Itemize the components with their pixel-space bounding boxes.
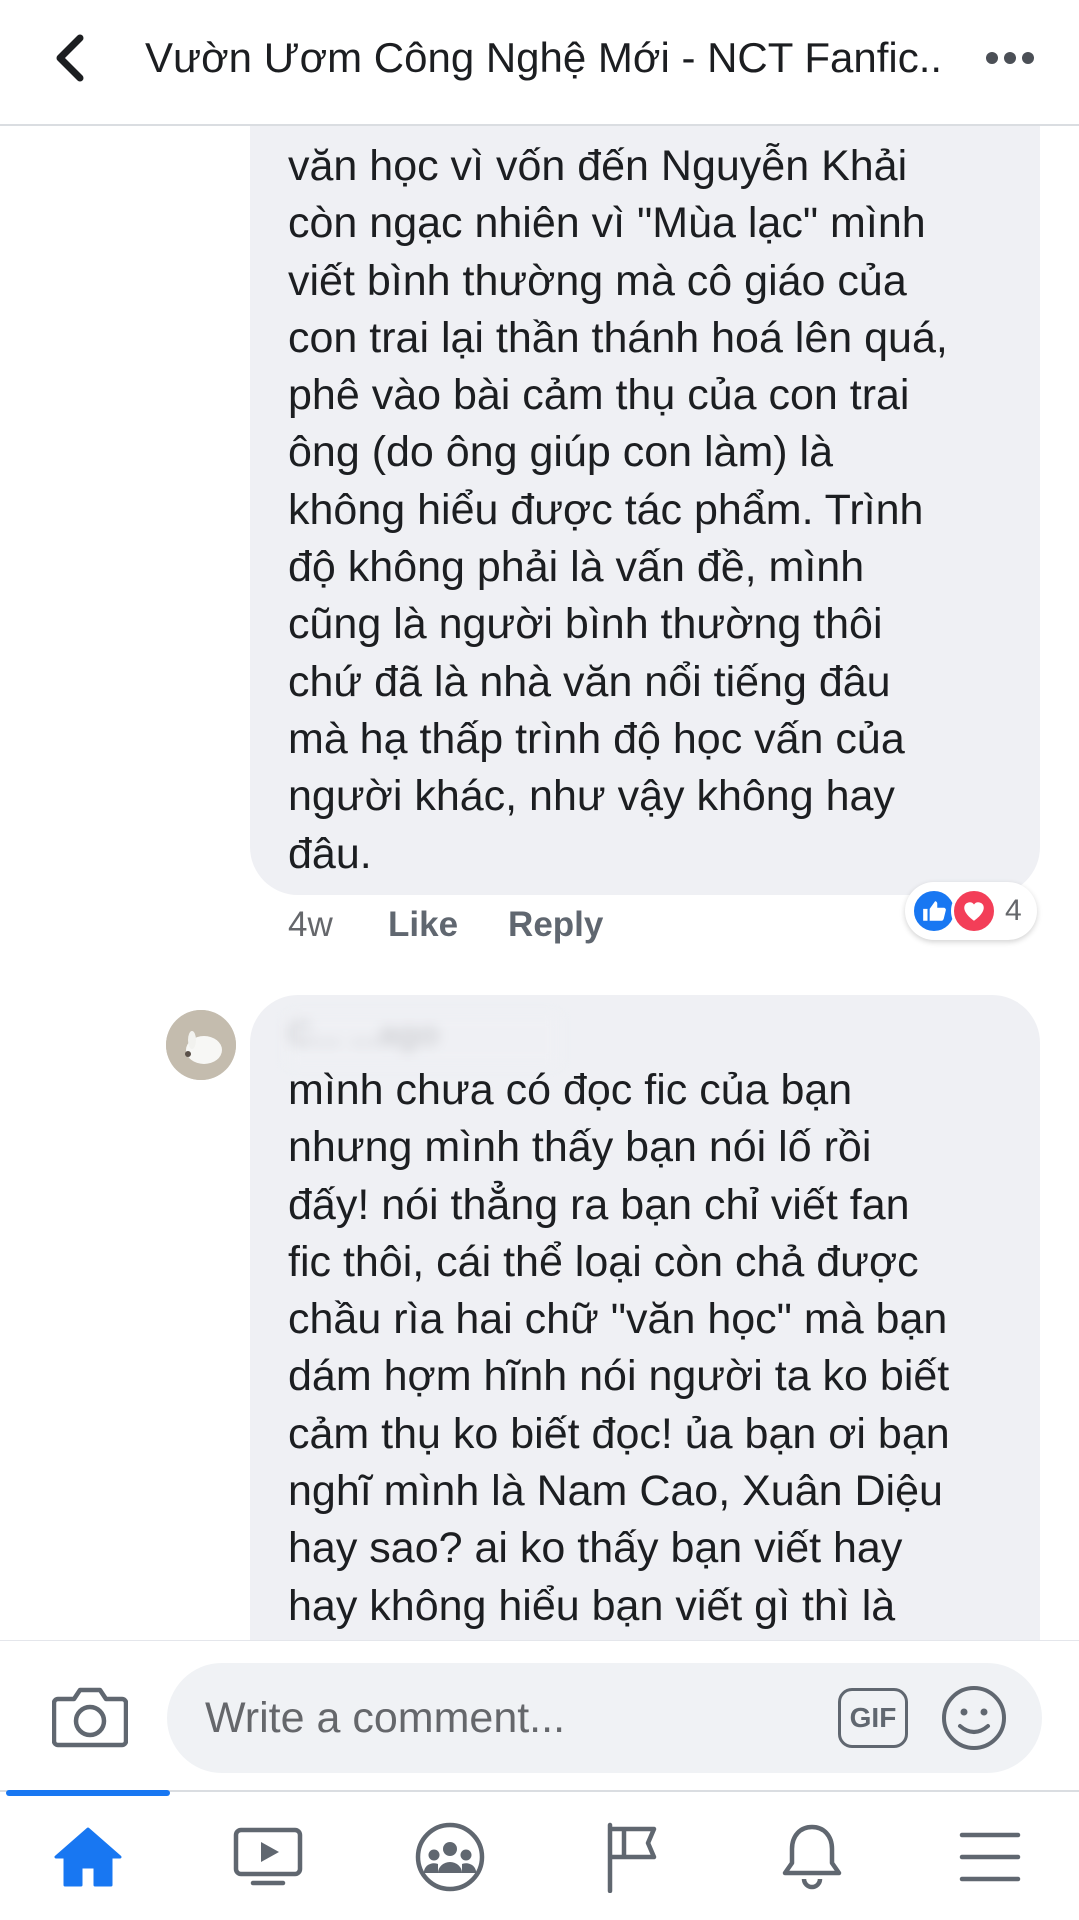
avatar[interactable] [166,1010,236,1080]
comment-line: văn học vì vốn đến Nguyễn Khải [288,142,908,190]
comment-line: con trai lại thần thánh hoá lên quá, [288,313,948,362]
nav-watch[interactable] [223,1817,313,1897]
comment-line: chầu rìa hai chữ "văn học" mà bạn [288,1295,948,1344]
nav-pages[interactable] [587,1817,677,1897]
reply-button[interactable]: Reply [508,905,603,945]
page-title: Vườn Ươm Công Nghệ Mới - NCT Fanfic... [145,34,945,81]
pages-flag-icon [607,1822,657,1893]
back-button[interactable] [40,26,100,90]
comment-line: chứ đã là nhà văn nổi tiếng đâu [288,657,891,706]
nav-menu[interactable] [945,1817,1035,1897]
smiley-icon [942,1686,1006,1750]
avatar-bunny-icon [166,1010,236,1080]
groups-icon [415,1822,485,1892]
comment-input[interactable] [167,1663,1042,1773]
active-tab-indicator [6,1790,170,1796]
comment-line: viết bình thường mà cô giáo của [288,256,907,305]
emoji-button[interactable] [940,1684,1008,1752]
comment-line: nhưng mình thấy bạn nói lố rồi [288,1123,872,1172]
comment-line: mà hạ thấp trình độ học vấn của [288,714,905,763]
reaction-count: 4 [1005,894,1022,927]
bottom-nav [0,1790,1079,1920]
home-icon [54,1827,122,1887]
nav-notifications[interactable] [767,1817,857,1897]
camera-icon [51,1687,129,1748]
comment-line: nghĩ mình là Nam Cao, Xuân Diệu [288,1467,943,1516]
commenter-name-blurred[interactable]: C... ...ago [288,1015,558,1065]
like-button[interactable]: Like [388,905,458,945]
reactions-summary[interactable]: 4 [905,882,1037,940]
chevron-left-icon [56,34,84,82]
comment-line: người khác, như vậy không hay [288,772,895,821]
comment-line: phê vào bài cảm thụ của con trai [288,371,910,420]
nav-home[interactable] [43,1817,133,1897]
comment-meta: 4w Like Reply [288,900,653,950]
comment-line: đâu. [288,829,372,878]
top-bar: Vườn Ươm Công Nghệ Mới - NCT Fanfic... [0,0,1079,126]
comment-line: còn ngạc nhiên vì "Mùa lạc" mình [288,199,926,248]
comment-line: ông (do ông giúp con làm) là [288,428,834,477]
comment-line: hay sao? ai ko thấy bạn viết hay [288,1524,903,1573]
comment-text: mình chưa có đọc fic của bạn nhưng mình … [288,1062,1028,1635]
comment-line: cảm thụ ko biết đọc! ủa bạn ơi bạn [288,1409,950,1458]
love-reaction-icon [951,888,997,934]
comment-line: đấy! nói thẳng ra bạn chỉ viết fan [288,1180,910,1229]
comment-composer: GIF [0,1640,1079,1790]
comment-line: mình chưa có đọc fic của bạn [288,1066,853,1114]
comment-line: fic thôi, cái thể loại còn chả được [288,1237,919,1286]
comment-line: hay không hiểu bạn viết gì thì là [288,1581,896,1630]
watch-icon [233,1827,303,1886]
notifications-bell-icon [782,1824,842,1890]
commenter-name: C... ...ago [288,1015,440,1053]
menu-icon [959,1832,1021,1882]
more-options-button[interactable] [975,38,1045,78]
comment-line: không hiểu được tác phẩm. Trình [288,485,924,534]
comment-timestamp: 4w [288,905,333,944]
comment-line: độ không phải là vấn đề, mình [288,543,865,592]
comment-text: văn học vì vốn đến Nguyễn Khải còn ngạc … [288,138,1028,883]
more-dots-icon [986,52,1034,64]
nav-groups[interactable] [405,1817,495,1897]
comment-line: cũng là người bình thường thôi [288,600,883,649]
comment-line: dám hợm hĩnh nói người ta ko biết [288,1352,950,1401]
camera-button[interactable] [51,1681,129,1751]
gif-button[interactable]: GIF [838,1688,908,1748]
